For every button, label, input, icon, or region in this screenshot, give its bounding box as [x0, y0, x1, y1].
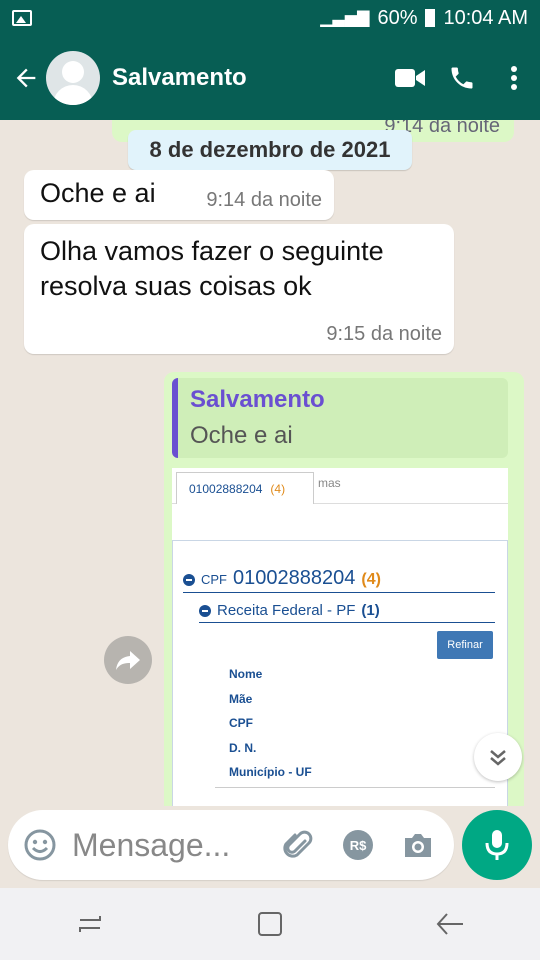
camera-icon[interactable] [394, 821, 442, 869]
chat-area[interactable]: 9:14 da noite 8 de dezembro de 2021 Oche… [0, 120, 540, 806]
emoji-icon[interactable] [20, 825, 60, 865]
battery-icon [425, 9, 436, 27]
screenshot-panel: CPF 01002888204 (4) Receita Federal - PF… [172, 540, 508, 806]
mic-icon [485, 830, 509, 860]
quoted-sender: Salvamento [190, 386, 325, 413]
payment-icon[interactable]: R$ [334, 821, 382, 869]
field-list: Nome Mãe CPF D. N. Município - UF [229, 667, 312, 790]
back-icon[interactable] [426, 900, 474, 948]
attached-screenshot[interactable]: 01002888204 (4) mas CPF 01002888204 (4) … [172, 468, 508, 806]
screenshot-tabbar: 01002888204 (4) mas [172, 468, 508, 504]
chat-header: Salvamento [0, 36, 540, 120]
quoted-text: Oche e ai [190, 422, 293, 449]
attach-icon[interactable] [274, 821, 322, 869]
divider [215, 787, 495, 788]
chat-title[interactable]: Salvamento [112, 64, 384, 92]
recents-icon[interactable] [66, 900, 114, 948]
status-bar: ▁▃▅▇ 60% 10:04 AM [0, 0, 540, 36]
message-input[interactable]: Mensage... [72, 827, 262, 864]
battery-percent: 60% [377, 6, 418, 29]
cpf-number: 01002888204 [233, 567, 356, 589]
incoming-message[interactable]: Olha vamos fazer o seguinte resolva suas… [24, 224, 454, 354]
video-call-icon[interactable] [384, 52, 436, 104]
date-chip: 8 de dezembro de 2021 [128, 130, 412, 170]
quoted-reply[interactable]: Salvamento Oche e ai [172, 378, 508, 458]
avatar[interactable] [46, 51, 100, 105]
message-input-bar[interactable]: Mensage... R$ [8, 810, 454, 880]
tab-count: (4) [270, 481, 286, 496]
tab-label: 01002888204 [189, 481, 263, 496]
field-label: CPF [229, 716, 253, 730]
message-text: Olha vamos fazer o seguinte resolva suas… [40, 236, 384, 301]
field-label: D. N. [229, 740, 257, 755]
collapse-icon [183, 573, 195, 586]
more-options-icon[interactable] [488, 52, 540, 104]
refinar-button: Refinar [437, 631, 493, 659]
forward-icon[interactable] [104, 636, 152, 684]
outgoing-image-message[interactable]: Salvamento Oche e ai 01002888204 (4) mas… [164, 372, 524, 806]
message-time: 9:14 da noite [206, 189, 322, 211]
signal-icon: ▁▃▅▇ [320, 10, 370, 27]
field-label: Mãe [229, 691, 253, 706]
tab-extra: mas [318, 476, 341, 490]
scroll-down-icon[interactable] [474, 733, 522, 781]
voice-call-icon[interactable] [436, 52, 488, 104]
svg-text:R$: R$ [350, 838, 367, 853]
cpf-label: CPF [201, 572, 227, 587]
screenshot-tab: 01002888204 (4) [176, 472, 314, 504]
clock: 10:04 AM [443, 6, 528, 29]
receita-count: (1) [361, 602, 380, 619]
back-arrow-icon[interactable] [6, 58, 46, 98]
cpf-count: (4) [361, 571, 381, 588]
receita-label: Receita Federal - PF [217, 602, 356, 619]
system-nav-bar [0, 888, 540, 960]
field-label: Nome [229, 667, 263, 681]
image-notification-icon [12, 10, 32, 26]
cpf-row: CPF 01002888204 (4) [183, 567, 495, 593]
message-text: Oche e ai [40, 178, 156, 208]
mic-button[interactable] [462, 810, 532, 880]
home-icon[interactable] [246, 900, 294, 948]
collapse-icon [199, 604, 211, 617]
field-label: Município - UF [229, 765, 312, 779]
message-time: 9:15 da noite [326, 323, 442, 345]
receita-row: Receita Federal - PF (1) [199, 599, 495, 623]
incoming-message[interactable]: Oche e ai 9:14 da noite [24, 170, 334, 220]
